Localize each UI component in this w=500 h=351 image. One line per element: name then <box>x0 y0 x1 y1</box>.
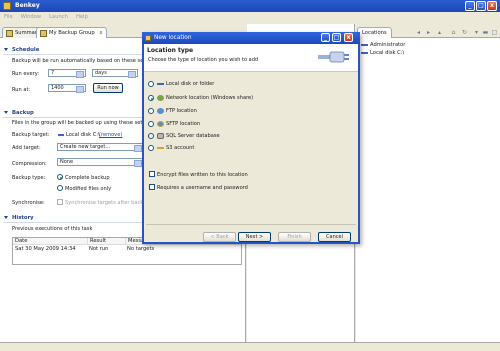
option-local-disk[interactable]: Local disk or folder <box>148 80 308 88</box>
disk-icon <box>361 52 368 54</box>
menu-bar: File Window Launch Help <box>0 12 500 23</box>
minimize-button[interactable]: _ <box>465 1 475 11</box>
app-icon <box>3 2 11 10</box>
column-header-result[interactable]: Result <box>87 238 125 245</box>
synchronise-text: Synchronise targets after backup <box>65 200 150 206</box>
add-target-label: Add target: <box>12 145 41 151</box>
refresh-icon[interactable]: ↻ <box>461 29 468 36</box>
remove-target-link[interactable]: (remove) <box>99 132 122 138</box>
compression-label: Compression: <box>12 161 47 167</box>
require-login-checkbox[interactable] <box>149 184 155 190</box>
window-title: Benkey <box>15 2 40 9</box>
globe-icon <box>157 108 164 114</box>
column-header-date[interactable]: Date <box>13 238 87 245</box>
tab-close-icon[interactable]: x <box>99 30 102 36</box>
group-icon <box>40 30 47 37</box>
cancel-button[interactable]: Cancel <box>318 232 351 242</box>
maximize-view-icon[interactable]: □ <box>491 29 498 36</box>
history-cell-message: No targets <box>127 246 155 252</box>
modified-files-radio[interactable] <box>57 185 63 191</box>
option-sql-server[interactable]: SQL Server database <box>148 132 308 140</box>
option-radio[interactable] <box>148 145 154 151</box>
home-icon[interactable]: ⌂ <box>450 29 457 36</box>
view-menu-icon[interactable]: ▾ <box>473 29 480 36</box>
disk-icon <box>157 83 164 85</box>
menu-launch[interactable]: Launch <box>49 14 68 20</box>
synchronise-label: Synchronise: <box>12 200 45 206</box>
complete-backup-radio[interactable] <box>57 174 63 180</box>
finish-button[interactable]: Finish <box>278 232 311 242</box>
option-radio[interactable] <box>148 108 154 114</box>
history-description: Previous executions of this task <box>12 226 93 232</box>
schedule-description: Backup will be run automatically based o… <box>12 58 160 64</box>
globe-lock-icon <box>157 121 164 127</box>
modified-files-label: Modified files only <box>65 186 112 192</box>
back-icon[interactable]: ◂ <box>415 29 422 36</box>
add-target-select[interactable]: Create new target... <box>57 143 144 152</box>
database-icon <box>157 133 164 139</box>
backup-target-value: Local disk C:\ <box>66 132 100 138</box>
tab-locations[interactable]: Locations <box>357 27 392 38</box>
disk-icon <box>58 134 64 136</box>
backup-type-label: Backup type: <box>12 175 46 181</box>
require-login-label: Requires a username and password <box>157 185 248 191</box>
complete-backup-label: Complete backup <box>65 175 110 181</box>
minimize-view-icon[interactable]: ▬ <box>482 29 489 36</box>
dialog-title: New location <box>154 35 192 41</box>
dialog-close-button[interactable]: x <box>344 33 353 42</box>
window-titlebar[interactable]: Benkey <box>0 0 500 12</box>
plug-icon <box>318 51 349 63</box>
option-radio[interactable] <box>148 133 154 139</box>
forward-icon[interactable]: ▸ <box>425 29 432 36</box>
option-sftp[interactable]: SFTP location <box>148 120 308 128</box>
history-cell-date: Sat 30 May 2009 14:34 <box>15 246 76 252</box>
back-button[interactable]: < Back <box>203 232 236 242</box>
option-s3[interactable]: S3 account <box>148 144 308 152</box>
run-at-input[interactable]: 1400 <box>48 84 86 93</box>
backup-target-label: Backup target: <box>12 132 50 138</box>
network-icon <box>157 95 164 101</box>
option-radio[interactable] <box>148 81 154 87</box>
encrypt-label: Encrypt files written to this location <box>157 172 248 178</box>
run-now-button[interactable]: Run now <box>93 83 123 93</box>
dialog-minimize-button[interactable]: _ <box>321 33 330 42</box>
dialog-icon <box>145 35 151 41</box>
option-radio[interactable] <box>148 95 154 101</box>
history-cell-result: Not run <box>89 246 109 252</box>
menu-file[interactable]: File <box>4 14 13 20</box>
location-item[interactable]: Administrator <box>361 42 405 49</box>
network-icon <box>361 44 368 46</box>
menu-help[interactable]: Help <box>76 14 88 20</box>
backup-description: Files in the group will be backed up usi… <box>12 120 157 126</box>
compression-select[interactable]: None <box>57 158 144 167</box>
status-bar <box>0 342 500 351</box>
up-icon[interactable]: ▴ <box>436 29 443 36</box>
close-button[interactable]: x <box>487 1 497 11</box>
dialog-description: Choose the type of location you wish to … <box>148 57 259 63</box>
run-every-label: Run every: <box>12 71 40 77</box>
key-icon <box>157 147 164 149</box>
synchronise-checkbox[interactable] <box>57 199 63 205</box>
dialog-separator <box>146 224 356 225</box>
run-at-label: Run at: <box>12 87 31 93</box>
summary-icon <box>6 30 13 37</box>
maximize-button[interactable]: □ <box>476 1 486 11</box>
option-radio[interactable] <box>148 121 154 127</box>
interval-unit-select[interactable]: days <box>92 69 138 78</box>
tab-my-backup-group[interactable]: My Backup Group x <box>36 27 108 38</box>
run-every-input[interactable]: 7 <box>48 69 86 78</box>
locations-pane <box>356 24 500 342</box>
option-ftp[interactable]: FTP location <box>148 107 308 115</box>
encrypt-checkbox[interactable] <box>149 171 155 177</box>
option-network-location[interactable]: Network location (Windows share) <box>148 94 308 102</box>
menu-window[interactable]: Window <box>21 14 41 20</box>
dialog-heading: Location type <box>147 47 194 54</box>
dialog-maximize-button[interactable]: □ <box>332 33 341 42</box>
location-item[interactable]: Local disk C:\ <box>361 50 404 57</box>
next-button[interactable]: Next > <box>238 232 271 242</box>
